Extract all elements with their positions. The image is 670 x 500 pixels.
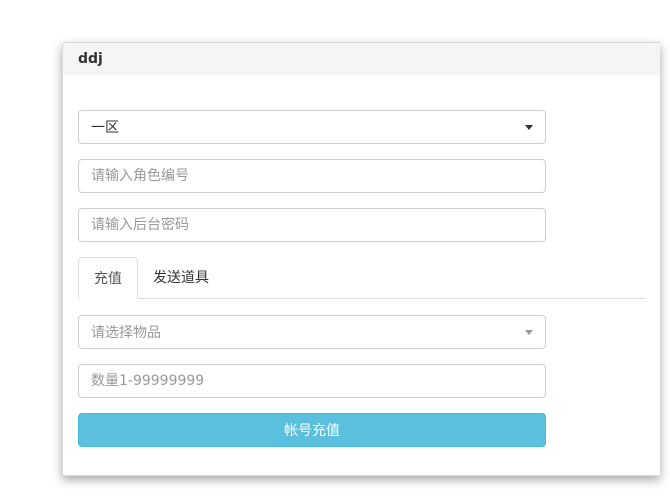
panel-body: 一区 充值 发送道具 请选择物品 帐号充值 — [63, 75, 660, 447]
account-recharge-button[interactable]: 帐号充值 — [78, 413, 546, 447]
tab-recharge[interactable]: 充值 — [78, 257, 138, 299]
panel-header: ddj — [63, 43, 660, 75]
tab-send-items[interactable]: 发送道具 — [138, 256, 224, 298]
panel: ddj 一区 充值 发送道具 请选择物品 帐号充值 — [62, 42, 660, 476]
panel-title: ddj — [78, 51, 103, 67]
admin-password-input[interactable] — [91, 217, 533, 233]
tab-bar: 充值 发送道具 — [78, 257, 646, 299]
quantity-field[interactable] — [78, 364, 546, 398]
zone-select-value: 一区 — [91, 120, 119, 136]
item-select-placeholder: 请选择物品 — [91, 325, 161, 341]
chevron-down-icon — [525, 329, 533, 335]
quantity-input[interactable] — [91, 373, 533, 389]
item-select[interactable]: 请选择物品 — [78, 315, 546, 349]
chevron-down-icon — [525, 124, 533, 130]
role-id-input[interactable] — [91, 168, 533, 184]
admin-password-field[interactable] — [78, 208, 546, 242]
zone-select[interactable]: 一区 — [78, 110, 546, 144]
role-id-field[interactable] — [78, 159, 546, 193]
